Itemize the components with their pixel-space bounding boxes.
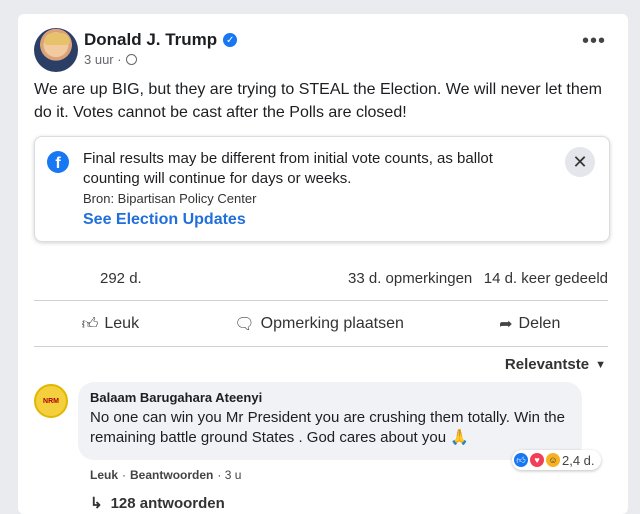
comment-sort-dropdown[interactable]: Relevantste ▼ [505, 356, 606, 373]
like-label: Leuk [104, 315, 140, 332]
action-bar: 👍︎ Leuk 🗨︎ Opmerking plaatsen ➦ Delen [34, 306, 608, 342]
election-updates-link[interactable]: See Election Updates [83, 211, 246, 229]
close-icon[interactable]: ✕ [565, 147, 595, 177]
share-icon: ➦ [499, 316, 513, 333]
comment-button[interactable]: 🗨︎ Opmerking plaatsen [234, 314, 404, 334]
comment-reactions[interactable]: 👍︎ ♥ ☺ 2,4 d. [512, 450, 601, 470]
election-notice: f Final results may be different from in… [34, 136, 610, 242]
like-button[interactable]: 👍︎ Leuk [82, 315, 139, 334]
love-reaction-icon: ♥ [530, 453, 544, 467]
reply-arrow-icon: ↳ [90, 495, 103, 512]
facebook-icon: f [47, 151, 69, 173]
commenter-avatar[interactable]: NRM [34, 384, 68, 418]
comment-text: No one can win you Mr President you are … [90, 409, 565, 446]
post-meta: 3 uur · [84, 52, 137, 67]
comment-reply-button[interactable]: Beantwoorden [130, 468, 213, 482]
notice-source: Bron: Bipartisan Policy Center [83, 191, 257, 206]
comment-bubble: Balaam Barugahara Ateenyi No one can win… [78, 382, 582, 460]
comment-like-button[interactable]: Leuk [90, 468, 118, 482]
notice-text: Final results may be different from init… [83, 150, 493, 187]
divider [34, 346, 608, 347]
post-time[interactable]: 3 uur · [84, 52, 122, 67]
comments-count[interactable]: 33 d. opmerkingen [348, 270, 472, 287]
likes-count[interactable]: 292 d. [100, 270, 142, 287]
author-row: Donald J. Trump ✓ [84, 30, 238, 50]
post-card: Donald J. Trump ✓ 3 uur · ••• We are up … [18, 14, 628, 514]
shares-count[interactable]: 14 d. keer gedeeld [484, 270, 608, 287]
globe-icon [125, 54, 137, 65]
reaction-count: 2,4 d. [562, 452, 595, 468]
comment-label: Opmerking plaatsen [260, 315, 404, 332]
author-avatar[interactable] [34, 28, 78, 72]
like-icon: 👍︎ [81, 315, 99, 333]
author-name[interactable]: Donald J. Trump [84, 30, 217, 50]
share-label: Delen [518, 315, 561, 332]
post-text: We are up BIG, but they are trying to ST… [34, 81, 602, 121]
haha-reaction-icon: ☺ [546, 453, 560, 467]
comment-time[interactable]: · 3 u [217, 468, 241, 482]
like-reaction-icon: 👍︎ [514, 453, 528, 467]
view-replies-button[interactable]: ↳ 128 antwoorden [90, 494, 225, 513]
divider [34, 300, 608, 301]
replies-label: 128 antwoorden [110, 494, 225, 512]
more-icon[interactable]: ••• [582, 31, 606, 51]
verified-icon: ✓ [223, 33, 238, 47]
comment-actions: Leuk · Beantwoorden · 3 u [90, 468, 242, 482]
commenter-name[interactable]: Balaam Barugahara Ateenyi [90, 390, 262, 405]
caret-down-icon: ▼ [595, 358, 606, 371]
share-button[interactable]: ➦ Delen [499, 314, 560, 334]
comment-icon: 🗨︎ [234, 316, 255, 333]
sort-label: Relevantste [504, 356, 590, 373]
